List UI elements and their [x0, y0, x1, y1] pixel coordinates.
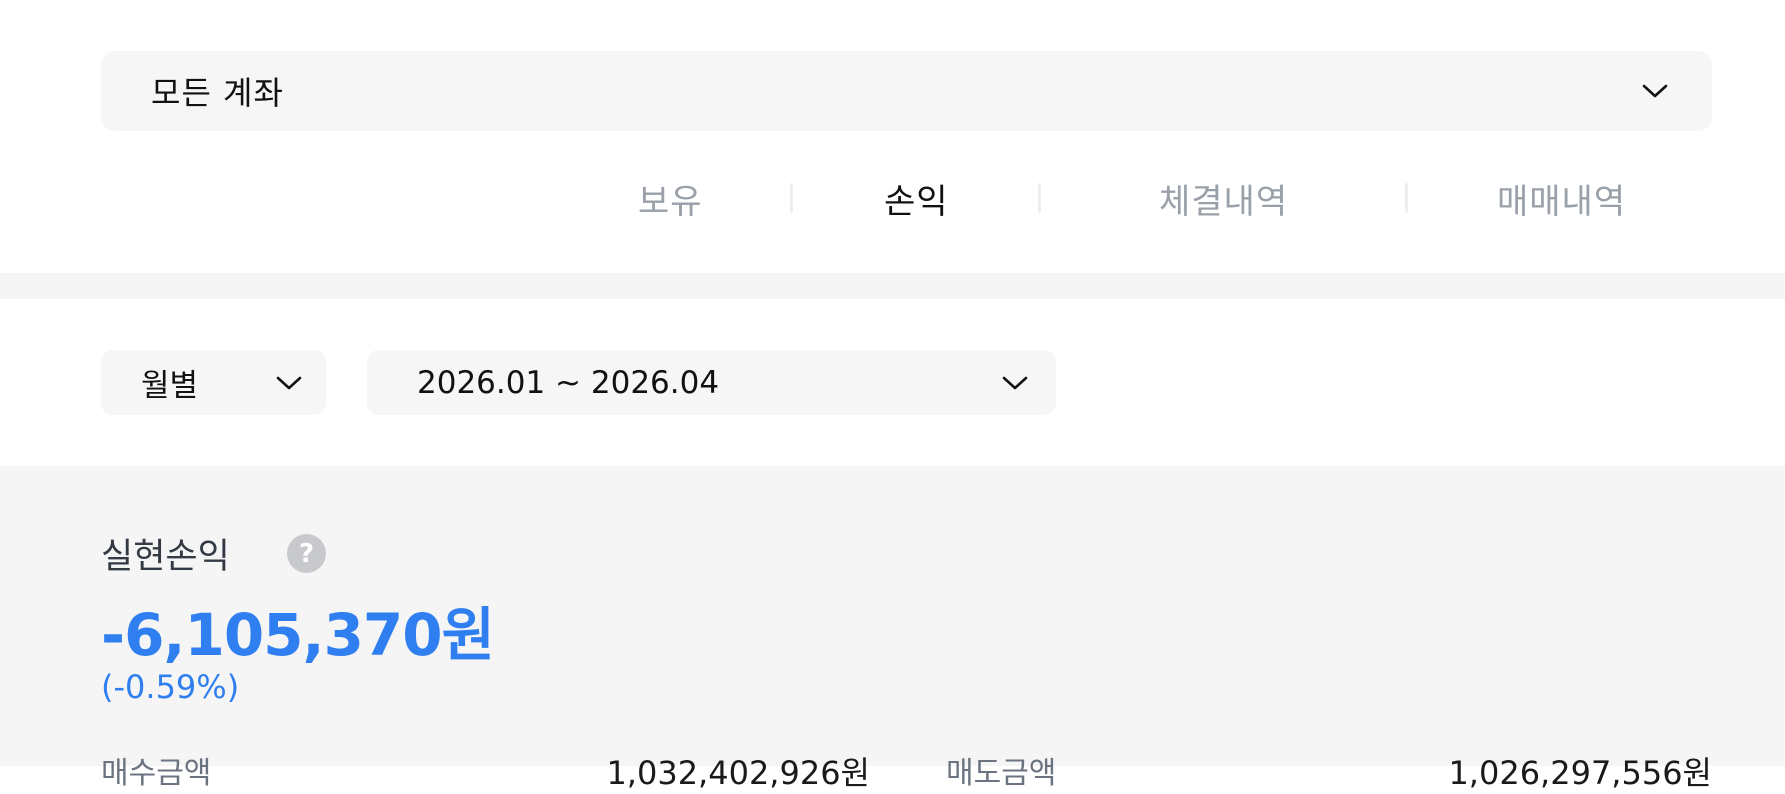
sell-amount-label: 매도금액	[946, 756, 1057, 791]
account-select-label: 모든 계좌	[151, 74, 284, 112]
tab-executions[interactable]: 체결내역	[1159, 174, 1288, 223]
realized-pnl-rate: (-0.59%)	[101, 668, 240, 706]
period-select-label: 월별	[141, 368, 199, 404]
chevron-down-icon	[1000, 368, 1030, 398]
chevron-down-icon	[1640, 76, 1670, 106]
section-divider	[0, 273, 1785, 299]
header-section: 모든 계좌 보유 손익 체결내역 매매내역	[0, 0, 1785, 273]
realized-pnl-title: 실현손익	[101, 537, 230, 577]
tab-trades[interactable]: 매매내역	[1497, 174, 1626, 223]
realized-pnl-summary: 실현손익 ? -6,105,370원 (-0.59%) 매수금액 1,032,4…	[0, 466, 1785, 792]
tab-separator	[1405, 183, 1408, 213]
buy-amount-value: 1,032,402,926원	[606, 754, 870, 792]
tab-separator	[1038, 183, 1041, 213]
chevron-down-icon	[274, 368, 304, 398]
date-range-select[interactable]: 2026.01 ~ 2026.04	[367, 350, 1056, 415]
tab-profit-loss[interactable]: 손익	[884, 174, 949, 223]
tab-holdings[interactable]: 보유	[638, 174, 703, 223]
filter-section: 월별 2026.01 ~ 2026.04	[0, 299, 1785, 466]
tab-separator	[790, 183, 793, 213]
tab-bar: 보유 손익 체결내역 매매내역	[0, 166, 1785, 226]
question-icon[interactable]: ?	[287, 534, 326, 573]
buy-amount-label: 매수금액	[101, 756, 212, 791]
date-range-label: 2026.01 ~ 2026.04	[417, 364, 720, 401]
sell-amount-value: 1,026,297,556원	[1448, 754, 1712, 792]
realized-pnl-amount: -6,105,370원	[101, 601, 495, 669]
account-select[interactable]: 모든 계좌	[101, 51, 1712, 131]
period-select[interactable]: 월별	[101, 350, 326, 415]
